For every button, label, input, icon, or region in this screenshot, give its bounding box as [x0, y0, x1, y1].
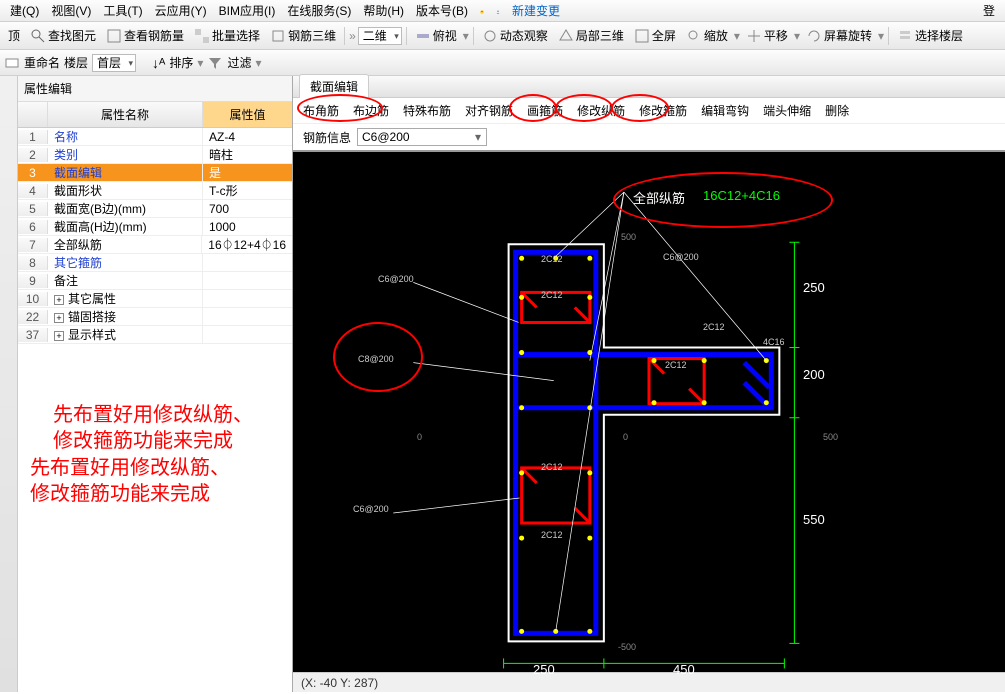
- drawing-canvas[interactable]: 全部纵筋 16C12+4C16 先布置好用修改纵筋、 修改箍筋功能来完成 250…: [293, 152, 1005, 672]
- op-6[interactable]: 修改箍筋: [639, 102, 687, 119]
- tb-fullscreen[interactable]: 全屏: [630, 27, 680, 44]
- op-1[interactable]: 布边筋: [353, 102, 389, 119]
- prop-row[interactable]: 37+显示样式: [18, 326, 292, 344]
- prop-row[interactable]: 1名称AZ-4: [18, 128, 292, 146]
- prop-row[interactable]: 3截面编辑是: [18, 164, 292, 182]
- lbl-c6-3: C6@200: [663, 252, 699, 262]
- tb-top[interactable]: 顶: [4, 27, 24, 44]
- menu-version[interactable]: 版本号(B): [410, 2, 474, 19]
- tab-strip: 截面编辑: [293, 76, 1005, 98]
- toolbar-sub: 重命名 楼层 首层 ↓ᴬ 排序▾ 过滤▾: [0, 50, 1005, 76]
- steel-label: 钢筋信息: [303, 129, 351, 146]
- header-name: 属性名称: [48, 102, 203, 127]
- instruction-note-overlay: 先布置好用修改纵筋、 修改箍筋功能来完成: [30, 455, 230, 507]
- tb-batch[interactable]: 批量选择: [190, 27, 264, 44]
- dim-550: 550: [803, 512, 825, 527]
- all-rebar-value: 16C12+4C16: [703, 188, 780, 203]
- prop-row[interactable]: 4截面形状T-c形: [18, 182, 292, 200]
- lbl-2c12-2: 2C12: [541, 290, 563, 300]
- header-value: 属性值: [203, 102, 292, 127]
- op-2[interactable]: 特殊布筋: [403, 102, 451, 119]
- filter-button[interactable]: 过滤: [227, 54, 251, 71]
- op-8[interactable]: 端头伸缩: [763, 102, 811, 119]
- steel-info-bar: 钢筋信息 ▾: [293, 124, 1005, 152]
- tb-topview[interactable]: 俯视: [411, 27, 461, 44]
- tb-rotate[interactable]: 屏幕旋转: [802, 27, 876, 44]
- editor-area: 截面编辑 布角筋布边筋特殊布筋对齐钢筋画箍筋修改纵筋修改箍筋编辑弯钩端头伸缩删除…: [293, 76, 1005, 692]
- lbl-c6-1: C6@200: [378, 274, 414, 284]
- tab-section-edit[interactable]: 截面编辑: [299, 74, 369, 98]
- menu-build[interactable]: 建(Q): [4, 2, 45, 19]
- filter-icon: [207, 55, 223, 71]
- all-rebar-label: 全部纵筋: [633, 188, 685, 207]
- lbl-2c12-3: 2C12: [665, 360, 687, 370]
- lbl-2c12-4: 2C12: [703, 322, 725, 332]
- lbl-c6-2: C6@200: [353, 504, 389, 514]
- left-strip[interactable]: [0, 76, 18, 692]
- prop-row[interactable]: 7全部纵筋16⏀12+4⏀16: [18, 236, 292, 254]
- ops-bar: 布角筋布边筋特殊布筋对齐钢筋画箍筋修改纵筋修改箍筋编辑弯钩端头伸缩删除: [293, 98, 1005, 124]
- op-3[interactable]: 对齐钢筋: [465, 102, 513, 119]
- prop-header: 属性名称 属性值: [18, 102, 292, 128]
- dim-250b: 250: [533, 662, 555, 677]
- steel-dropdown-icon[interactable]: ▾: [475, 130, 481, 144]
- property-panel: 属性编辑 属性名称 属性值 1名称AZ-42类别暗柱3截面编辑是4截面形状T-c…: [18, 76, 293, 692]
- menu-view[interactable]: 视图(V): [45, 2, 97, 19]
- menu-bim[interactable]: BIM应用(I): [213, 2, 282, 19]
- section-drawing: [293, 152, 1005, 694]
- tb-pan[interactable]: 平移: [742, 27, 792, 44]
- login-link[interactable]: 登: [977, 2, 1001, 19]
- instruction-note: 先布置好用修改纵筋、 修改箍筋功能来完成: [53, 402, 253, 454]
- app-icon: [474, 3, 490, 19]
- panel-title: 属性编辑: [18, 76, 292, 102]
- dim-450: 450: [673, 662, 695, 677]
- floor-dropdown[interactable]: 首层: [92, 54, 136, 72]
- lbl-c8: C8@200: [358, 354, 394, 364]
- prop-row[interactable]: 5截面宽(B边)(mm)700: [18, 200, 292, 218]
- dim-250: 250: [803, 280, 825, 295]
- prop-row[interactable]: 9备注: [18, 272, 292, 290]
- new-change-link[interactable]: 新建变更: [506, 2, 566, 19]
- prop-row[interactable]: 8其它箍筋: [18, 254, 292, 272]
- menu-online[interactable]: 在线服务(S): [281, 2, 357, 19]
- lbl-2c12-5: 2C12: [541, 462, 563, 472]
- steel-input[interactable]: [357, 128, 487, 146]
- prop-row[interactable]: 6截面高(H边)(mm)1000: [18, 218, 292, 236]
- rename-button[interactable]: 重命名: [24, 54, 60, 71]
- prop-row[interactable]: 22+锚固搭接: [18, 308, 292, 326]
- tb-3d[interactable]: 钢筋三维: [266, 27, 340, 44]
- floor-label: 楼层: [64, 54, 88, 71]
- op-5[interactable]: 修改纵筋: [577, 102, 625, 119]
- dim-200: 200: [803, 367, 825, 382]
- menu-tools[interactable]: 工具(T): [97, 2, 148, 19]
- prop-row[interactable]: 10+其它属性: [18, 290, 292, 308]
- op-7[interactable]: 编辑弯钩: [701, 102, 749, 119]
- tb-find[interactable]: 查找图元: [26, 27, 100, 44]
- lbl-2c12-1: 2C12: [541, 254, 563, 264]
- tb-zoom[interactable]: 缩放: [682, 27, 732, 44]
- view-mode-dropdown[interactable]: 二维: [358, 27, 402, 45]
- tb-local3d[interactable]: 局部三维: [554, 27, 628, 44]
- prop-row[interactable]: 2类别暗柱: [18, 146, 292, 164]
- menu-cloud[interactable]: 云应用(Y): [149, 2, 213, 19]
- tb-select-floor[interactable]: 选择楼层: [893, 27, 967, 44]
- op-4[interactable]: 画箍筋: [527, 102, 563, 119]
- toolbar-main: 顶 查找图元 查看钢筋量 批量选择 钢筋三维 » 二维 俯视▾ 动态观察 局部三…: [0, 22, 1005, 50]
- user-icon: [490, 3, 506, 19]
- tb-dynamic[interactable]: 动态观察: [478, 27, 552, 44]
- op-9[interactable]: 删除: [825, 102, 849, 119]
- lbl-2c12-6: 2C12: [541, 530, 563, 540]
- tb-steel-qty[interactable]: 查看钢筋量: [102, 27, 188, 44]
- op-0[interactable]: 布角筋: [303, 102, 339, 119]
- sort-button[interactable]: 排序: [169, 54, 193, 71]
- lbl-4c16: 4C16: [763, 337, 785, 347]
- menu-bar: 建(Q) 视图(V) 工具(T) 云应用(Y) BIM应用(I) 在线服务(S)…: [0, 0, 1005, 22]
- menu-help[interactable]: 帮助(H): [357, 2, 410, 19]
- rename-icon: [4, 55, 20, 71]
